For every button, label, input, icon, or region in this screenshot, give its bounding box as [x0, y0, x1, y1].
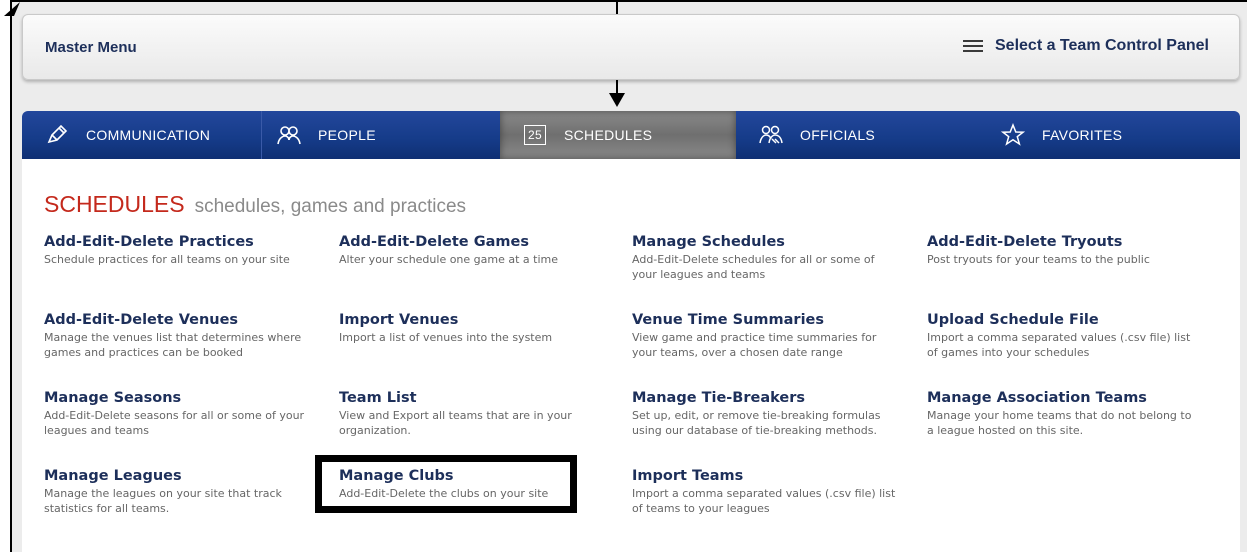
menu-item-title[interactable]: Manage Leagues	[44, 467, 314, 485]
section-heading: SCHEDULES schedules, games and practices	[44, 191, 466, 218]
menu-item-desc: Add-Edit-Delete schedules for all or som…	[632, 253, 875, 281]
menu-item-title[interactable]: Team List	[339, 389, 609, 407]
section-subtitle: schedules, games and practices	[194, 196, 467, 217]
arrowhead-left-icon	[4, 2, 20, 16]
menu-item-add-edit-delete-tryouts[interactable]: Add-Edit-Delete Tryouts Post tryouts for…	[927, 233, 1197, 267]
menu-item-desc: Schedule practices for all teams on your…	[44, 253, 290, 266]
tab-favorites-label: FAVORITES	[1042, 127, 1123, 143]
star-icon	[1000, 122, 1026, 148]
menu-item-desc: Add-Edit-Delete seasons for all or some …	[44, 409, 305, 437]
menu-item-title[interactable]: Add-Edit-Delete Tryouts	[927, 233, 1197, 251]
menu-item-manage-tie-breakers[interactable]: Manage Tie-Breakers Set up, edit, or rem…	[632, 389, 902, 438]
menu-item-desc: View and Export all teams that are in yo…	[339, 409, 572, 437]
menu-item-title[interactable]: Add-Edit-Delete Venues	[44, 311, 314, 329]
menu-item-desc: Manage the leagues on your site that tra…	[44, 487, 282, 515]
officials-icon	[758, 122, 784, 148]
menu-item-desc: Import a list of venues into the system	[339, 331, 553, 344]
schedules-panel: SCHEDULES schedules, games and practices …	[22, 159, 1240, 552]
master-menu-bar: Master Menu Select a Team Control Panel	[22, 14, 1240, 80]
calendar-day: 25	[524, 125, 546, 145]
master-menu-link[interactable]: Master Menu	[45, 39, 137, 56]
menu-item-desc: View game and practice time summaries fo…	[632, 331, 877, 359]
menu-item-title[interactable]: Manage Seasons	[44, 389, 314, 407]
menu-item-add-edit-delete-practices[interactable]: Add-Edit-Delete Practices Schedule pract…	[44, 233, 314, 267]
menu-item-upload-schedule-file[interactable]: Upload Schedule File Import a comma sepa…	[927, 311, 1197, 360]
tab-favorites[interactable]: FAVORITES	[976, 111, 1240, 159]
tab-schedules[interactable]: 25 SCHEDULES	[500, 111, 736, 159]
menu-item-title[interactable]: Venue Time Summaries	[632, 311, 902, 329]
menu-item-import-venues[interactable]: Import Venues Import a list of venues in…	[339, 311, 609, 345]
menu-item-title[interactable]: Manage Tie-Breakers	[632, 389, 902, 407]
menu-item-import-teams[interactable]: Import Teams Import a comma separated va…	[632, 467, 902, 516]
tab-communication-label: COMMUNICATION	[86, 127, 211, 143]
people-icon	[276, 122, 302, 148]
menu-item-team-list[interactable]: Team List View and Export all teams that…	[339, 389, 609, 438]
menu-item-venue-time-summaries[interactable]: Venue Time Summaries View game and pract…	[632, 311, 902, 360]
team-control-panel-button[interactable]: Select a Team Control Panel	[963, 37, 1209, 55]
annotation-highlight-box	[315, 455, 577, 513]
pencil-icon	[44, 122, 70, 148]
menu-item-desc: Manage the venues list that determines w…	[44, 331, 302, 359]
menu-item-desc: Alter your schedule one game at a time	[339, 253, 559, 266]
menu-item-desc: Import a comma separated values (.csv fi…	[632, 487, 896, 515]
team-control-panel-label: Select a Team Control Panel	[995, 37, 1209, 54]
tab-officials[interactable]: OFFICIALS	[736, 111, 976, 159]
menu-item-manage-seasons[interactable]: Manage Seasons Add-Edit-Delete seasons f…	[44, 389, 314, 438]
tab-people-label: PEOPLE	[318, 127, 376, 143]
menu-item-title[interactable]: Add-Edit-Delete Games	[339, 233, 609, 251]
tab-officials-label: OFFICIALS	[800, 127, 876, 143]
menu-item-manage-association-teams[interactable]: Manage Association Teams Manage your hom…	[927, 389, 1197, 438]
tab-schedules-label: SCHEDULES	[564, 127, 653, 143]
menu-item-manage-schedules[interactable]: Manage Schedules Add-Edit-Delete schedul…	[632, 233, 902, 282]
menu-item-title[interactable]: Import Teams	[632, 467, 902, 485]
arrowhead-down-icon	[609, 93, 625, 107]
menu-item-title[interactable]: Upload Schedule File	[927, 311, 1197, 329]
main-nav: COMMUNICATION PEOPLE 25 SCHEDULES OFFICI…	[22, 111, 1240, 159]
hamburger-menu-icon	[963, 38, 983, 54]
menu-item-title[interactable]: Import Venues	[339, 311, 609, 329]
tab-people[interactable]: PEOPLE	[262, 111, 500, 159]
menu-item-title[interactable]: Manage Association Teams	[927, 389, 1197, 407]
menu-item-desc: Post tryouts for your teams to the publi…	[927, 253, 1150, 266]
menu-item-add-edit-delete-venues[interactable]: Add-Edit-Delete Venues Manage the venues…	[44, 311, 314, 360]
menu-item-add-edit-delete-games[interactable]: Add-Edit-Delete Games Alter your schedul…	[339, 233, 609, 267]
menu-item-desc: Import a comma separated values (.csv fi…	[927, 331, 1191, 359]
menu-item-desc: Manage your home teams that do not belon…	[927, 409, 1192, 437]
menu-item-manage-leagues[interactable]: Manage Leagues Manage the leagues on you…	[44, 467, 314, 516]
menu-item-title[interactable]: Add-Edit-Delete Practices	[44, 233, 314, 251]
menu-item-desc: Set up, edit, or remove tie-breaking for…	[632, 409, 881, 437]
calendar-icon: 25	[522, 122, 548, 148]
section-title: SCHEDULES	[44, 191, 185, 217]
tab-communication[interactable]: COMMUNICATION	[22, 111, 262, 159]
menu-item-title[interactable]: Manage Schedules	[632, 233, 902, 251]
